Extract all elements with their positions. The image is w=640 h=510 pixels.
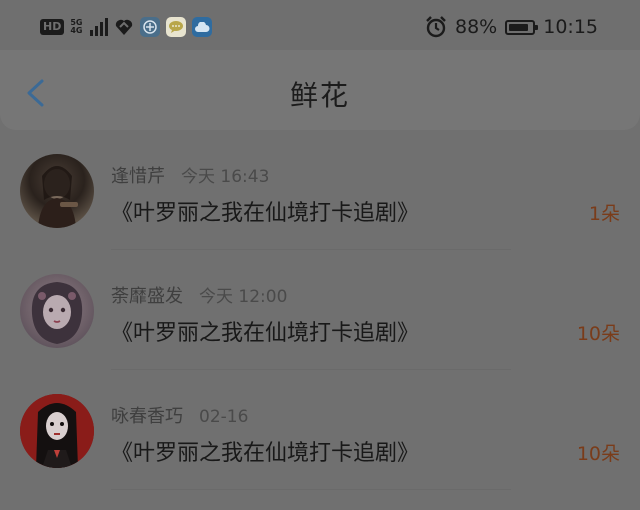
app-icon-1 (140, 17, 161, 37)
send-time: 今天 16:43 (181, 167, 270, 187)
list-item[interactable]: 荼靡盛发 今天 12:00 《叶罗丽之我在仙境打卡追剧》 10朵 (0, 250, 640, 370)
avatar[interactable] (20, 394, 94, 468)
signal-icon (90, 18, 109, 36)
flower-count: 10朵 (576, 443, 620, 465)
book-title: 《叶罗丽之我在仙境打卡追剧》 (111, 441, 420, 466)
sender-name: 荼靡盛发 今天 12:00 (111, 282, 287, 308)
battery-percent: 88% (455, 16, 498, 38)
flower-count: 10朵 (576, 323, 620, 345)
status-bar-right: 88% 10:15 (425, 15, 598, 39)
avatar[interactable] (20, 274, 94, 348)
heart-wifi-icon (114, 18, 134, 36)
sender-name: 逢惜芹 今天 16:43 (111, 162, 269, 188)
battery-icon (505, 19, 539, 35)
list-item[interactable]: 咏春香巧 02-16 《叶罗丽之我在仙境打卡追剧》 10朵 (0, 370, 640, 490)
divider (111, 489, 511, 490)
sender-name-text: 荼靡盛发 (111, 286, 183, 307)
sender-name-text: 咏春香巧 (111, 406, 183, 427)
page-title: 鲜花 (289, 79, 350, 112)
network-type-bottom: 4G (70, 26, 83, 35)
cloud-icon (192, 17, 213, 37)
book-title: 《叶罗丽之我在仙境打卡追剧》 (111, 201, 420, 226)
send-time: 02-16 (199, 407, 249, 427)
list-item[interactable]: 逢惜芹 今天 16:43 《叶罗丽之我在仙境打卡追剧》 1朵 (0, 130, 640, 250)
status-bar: HD 5G 4G 88% 10:15 (0, 0, 640, 50)
flower-count: 1朵 (588, 203, 620, 225)
book-title: 《叶罗丽之我在仙境打卡追剧》 (111, 321, 420, 346)
network-type: 5G 4G (70, 19, 82, 35)
chat-app-icon (166, 17, 187, 37)
hd-badge: HD (40, 19, 65, 35)
status-time: 10:15 (543, 16, 598, 38)
sender-name-text: 逢惜芹 (111, 166, 165, 187)
sender-name: 咏春香巧 02-16 (111, 402, 248, 428)
navigation-header: 鲜花 (0, 50, 640, 130)
send-time: 今天 12:00 (199, 287, 288, 307)
alarm-icon (425, 16, 447, 38)
avatar[interactable] (20, 154, 94, 228)
status-bar-left: HD 5G 4G (40, 16, 213, 38)
